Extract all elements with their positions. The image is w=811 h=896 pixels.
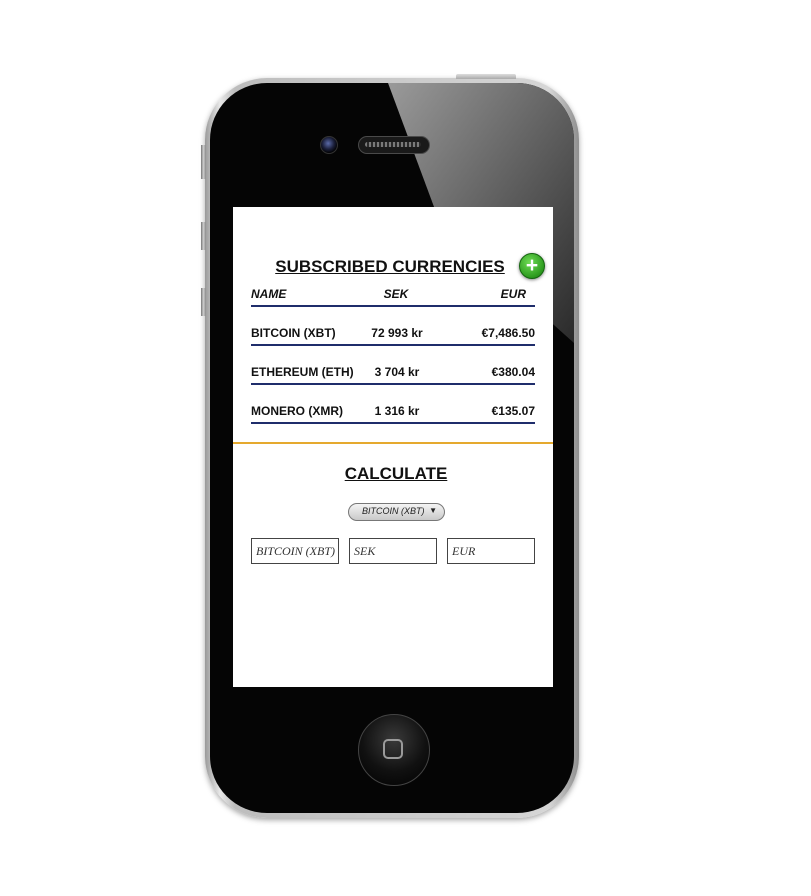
add-currency-button[interactable]: +	[519, 253, 545, 279]
power-button	[456, 74, 516, 79]
mute-switch	[201, 145, 206, 179]
header-sek: SEK	[383, 287, 409, 301]
row-sek: 1 316 kr	[374, 404, 420, 418]
home-button[interactable]	[358, 714, 430, 786]
home-square-icon	[383, 739, 403, 759]
header-eur: EUR	[500, 287, 526, 301]
eur-amount-input[interactable]: EUR	[447, 538, 535, 564]
app-screen: SUBSCRIBED CURRENCIES + NAME SEK EUR BIT…	[233, 207, 553, 687]
chevron-down-icon: ▼	[429, 506, 437, 515]
section-divider	[233, 442, 553, 444]
speaker-grille	[358, 136, 430, 154]
sek-amount-input[interactable]: SEK	[349, 538, 437, 564]
currency-select-value: BITCOIN (XBT)	[362, 506, 425, 516]
row-eur: €380.04	[491, 365, 535, 379]
subscribed-title: SUBSCRIBED CURRENCIES	[275, 257, 505, 276]
camera-icon	[320, 136, 338, 154]
volume-down-button	[201, 288, 206, 316]
row-eur: €135.07	[491, 404, 535, 418]
row-eur: €7,486.50	[481, 326, 535, 340]
table-row: BITCOIN (XBT) 72 993 kr €7,486.50	[251, 320, 535, 346]
table-row: MONERO (XMR) 1 316 kr €135.07	[251, 398, 535, 424]
row-name: MONERO (XMR)	[251, 404, 343, 418]
currency-select[interactable]: BITCOIN (XBT) ▼	[348, 503, 445, 521]
table-row: ETHEREUM (ETH) 3 704 kr €380.04	[251, 359, 535, 385]
currency-table: NAME SEK EUR BITCOIN (XBT) 72 993 kr €7,…	[251, 287, 535, 424]
row-name: ETHEREUM (ETH)	[251, 365, 354, 379]
row-sek: 72 993 kr	[371, 326, 423, 340]
crypto-amount-input[interactable]: BITCOIN (XBT)	[251, 538, 339, 564]
header-name: NAME	[251, 287, 287, 301]
row-name: BITCOIN (XBT)	[251, 326, 336, 340]
calculate-title: CALCULATE	[344, 464, 448, 483]
row-sek: 3 704 kr	[374, 365, 420, 379]
table-header: NAME SEK EUR	[251, 287, 535, 307]
volume-up-button	[201, 222, 206, 250]
